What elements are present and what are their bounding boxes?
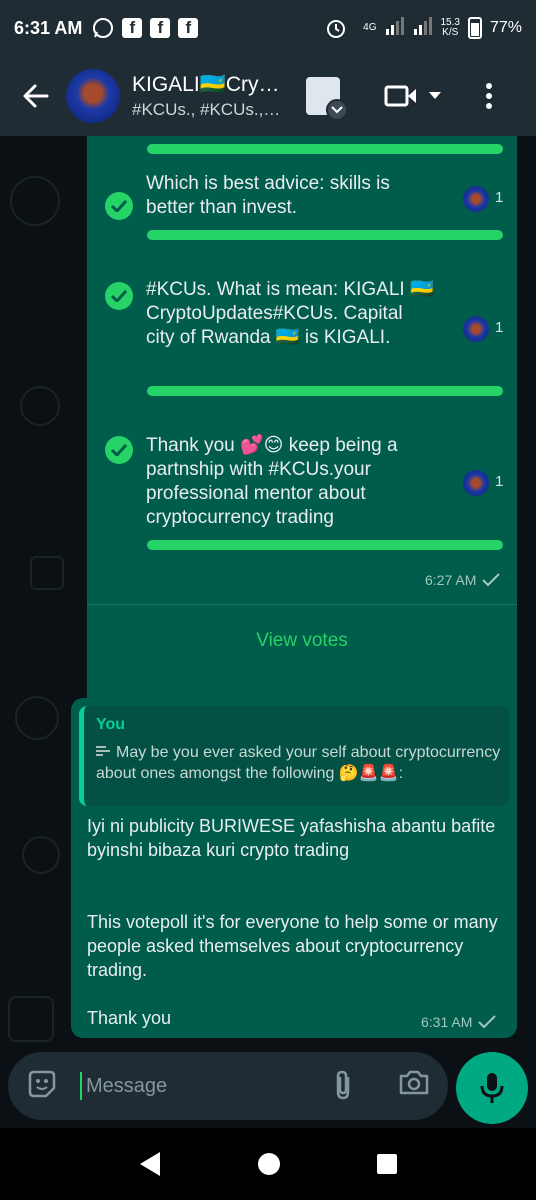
network-type: 4G bbox=[363, 22, 377, 33]
call-options-button[interactable] bbox=[428, 66, 442, 126]
poll-icon bbox=[96, 746, 110, 756]
view-votes-button[interactable]: View votes bbox=[87, 630, 517, 652]
vote-count: 1 bbox=[495, 189, 504, 206]
group-members: #KCUs., #KCUs.,… bbox=[132, 99, 281, 119]
group-avatar[interactable] bbox=[66, 69, 120, 123]
camera-icon bbox=[399, 1070, 429, 1095]
vote-count: 1 bbox=[495, 319, 504, 336]
poll-progress-bar bbox=[147, 144, 503, 154]
reply-message-bubble[interactable]: You May be you ever asked your self abou… bbox=[71, 698, 517, 1038]
poll-option-text: Which is best advice: skills is better t… bbox=[146, 173, 390, 218]
poll-option-text: #KCUs. What is mean: KIGALI 🇷🇼CryptoUpda… bbox=[146, 279, 434, 348]
voter-avatar bbox=[463, 316, 489, 342]
wallpaper-doodle bbox=[30, 556, 64, 590]
check-icon[interactable] bbox=[105, 282, 133, 310]
poll-option-text: Thank you 💕😊 keep being a partnship with… bbox=[146, 435, 398, 528]
chevron-down-icon bbox=[326, 99, 348, 121]
facebook-icon: f bbox=[122, 18, 143, 38]
facebook-icon: f bbox=[178, 18, 199, 38]
net-speed: 15.3 K/S bbox=[441, 18, 460, 38]
wallpaper-doodle bbox=[22, 836, 60, 874]
camera-button[interactable] bbox=[398, 1068, 434, 1104]
wallpaper-doodle bbox=[20, 386, 60, 426]
more-options-icon bbox=[486, 83, 492, 109]
video-call-icon bbox=[384, 85, 416, 107]
group-info[interactable]: KIGALI🇷🇼Cry… #KCUs., #KCUs.,… bbox=[132, 73, 292, 120]
net-speed-unit: K/S bbox=[442, 27, 459, 38]
sent-check-icon bbox=[482, 573, 501, 587]
chat-header: KIGALI🇷🇼Cry… #KCUs., #KCUs.,… bbox=[0, 56, 536, 136]
reply-time: 6:31 AM bbox=[421, 1014, 473, 1030]
signal-icon bbox=[413, 16, 433, 40]
more-options-button[interactable] bbox=[486, 66, 492, 126]
paperclip-icon bbox=[336, 1070, 350, 1100]
group-title: KIGALI🇷🇼Cry… bbox=[132, 72, 280, 96]
chat-area[interactable]: Which is best advice: skills is better t… bbox=[0, 136, 536, 1128]
message-text: Iyi ni publicity BURIWESE yafashisha aba… bbox=[87, 816, 498, 1028]
check-icon[interactable] bbox=[105, 436, 133, 464]
status-thumbnail[interactable] bbox=[306, 77, 348, 121]
check-icon[interactable] bbox=[105, 192, 133, 220]
attach-button[interactable] bbox=[328, 1068, 364, 1104]
back-button[interactable] bbox=[6, 66, 66, 126]
poll-time: 6:27 AM bbox=[425, 572, 477, 588]
divider bbox=[87, 604, 517, 605]
message-input[interactable] bbox=[86, 1066, 306, 1106]
text-cursor bbox=[80, 1072, 82, 1100]
message-timestamp: 6:27 AM bbox=[425, 572, 501, 588]
video-call-button[interactable] bbox=[384, 66, 418, 126]
nav-home-icon[interactable] bbox=[257, 1152, 281, 1176]
quote-text: May be you ever asked your self about cr… bbox=[96, 742, 501, 784]
battery-icon bbox=[467, 17, 482, 39]
sent-check-icon bbox=[478, 1015, 497, 1029]
message-timestamp: 6:31 AM bbox=[421, 1014, 497, 1030]
alarm-icon bbox=[325, 17, 347, 39]
wallpaper-doodle bbox=[15, 696, 59, 740]
battery-percent: 77% bbox=[489, 19, 522, 36]
poll-progress-bar bbox=[147, 230, 503, 240]
microphone-icon bbox=[480, 1073, 504, 1103]
wallpaper-doodle bbox=[8, 996, 54, 1042]
poll-progress-bar bbox=[147, 540, 503, 550]
emoji-button[interactable] bbox=[26, 1068, 62, 1104]
system-navigation-bar bbox=[0, 1128, 536, 1200]
message-input-container[interactable] bbox=[8, 1052, 448, 1120]
status-time: 6:31 AM bbox=[14, 17, 83, 38]
poll-progress-bar bbox=[147, 386, 503, 396]
quote-author: You bbox=[96, 716, 126, 733]
nav-back-icon[interactable] bbox=[138, 1151, 162, 1177]
quote-text-content: May be you ever asked your self about cr… bbox=[96, 744, 501, 782]
voter-avatar bbox=[463, 470, 489, 496]
facebook-icon: f bbox=[150, 18, 171, 38]
signal-icon bbox=[385, 16, 405, 40]
voice-record-button[interactable] bbox=[456, 1052, 528, 1124]
quoted-message[interactable]: You May be you ever asked your self abou… bbox=[79, 706, 509, 806]
back-arrow-icon bbox=[23, 84, 49, 108]
dropdown-icon bbox=[429, 92, 441, 99]
status-bar: 6:31 AM f f f 4G 15.3 K/S 77% bbox=[0, 0, 536, 56]
nav-recents-icon[interactable] bbox=[376, 1153, 398, 1175]
vote-count: 1 bbox=[495, 473, 504, 490]
voter-avatar bbox=[463, 186, 489, 212]
wallpaper-doodle bbox=[10, 176, 60, 226]
whatsapp-icon bbox=[92, 17, 114, 39]
sticker-icon bbox=[28, 1070, 56, 1098]
